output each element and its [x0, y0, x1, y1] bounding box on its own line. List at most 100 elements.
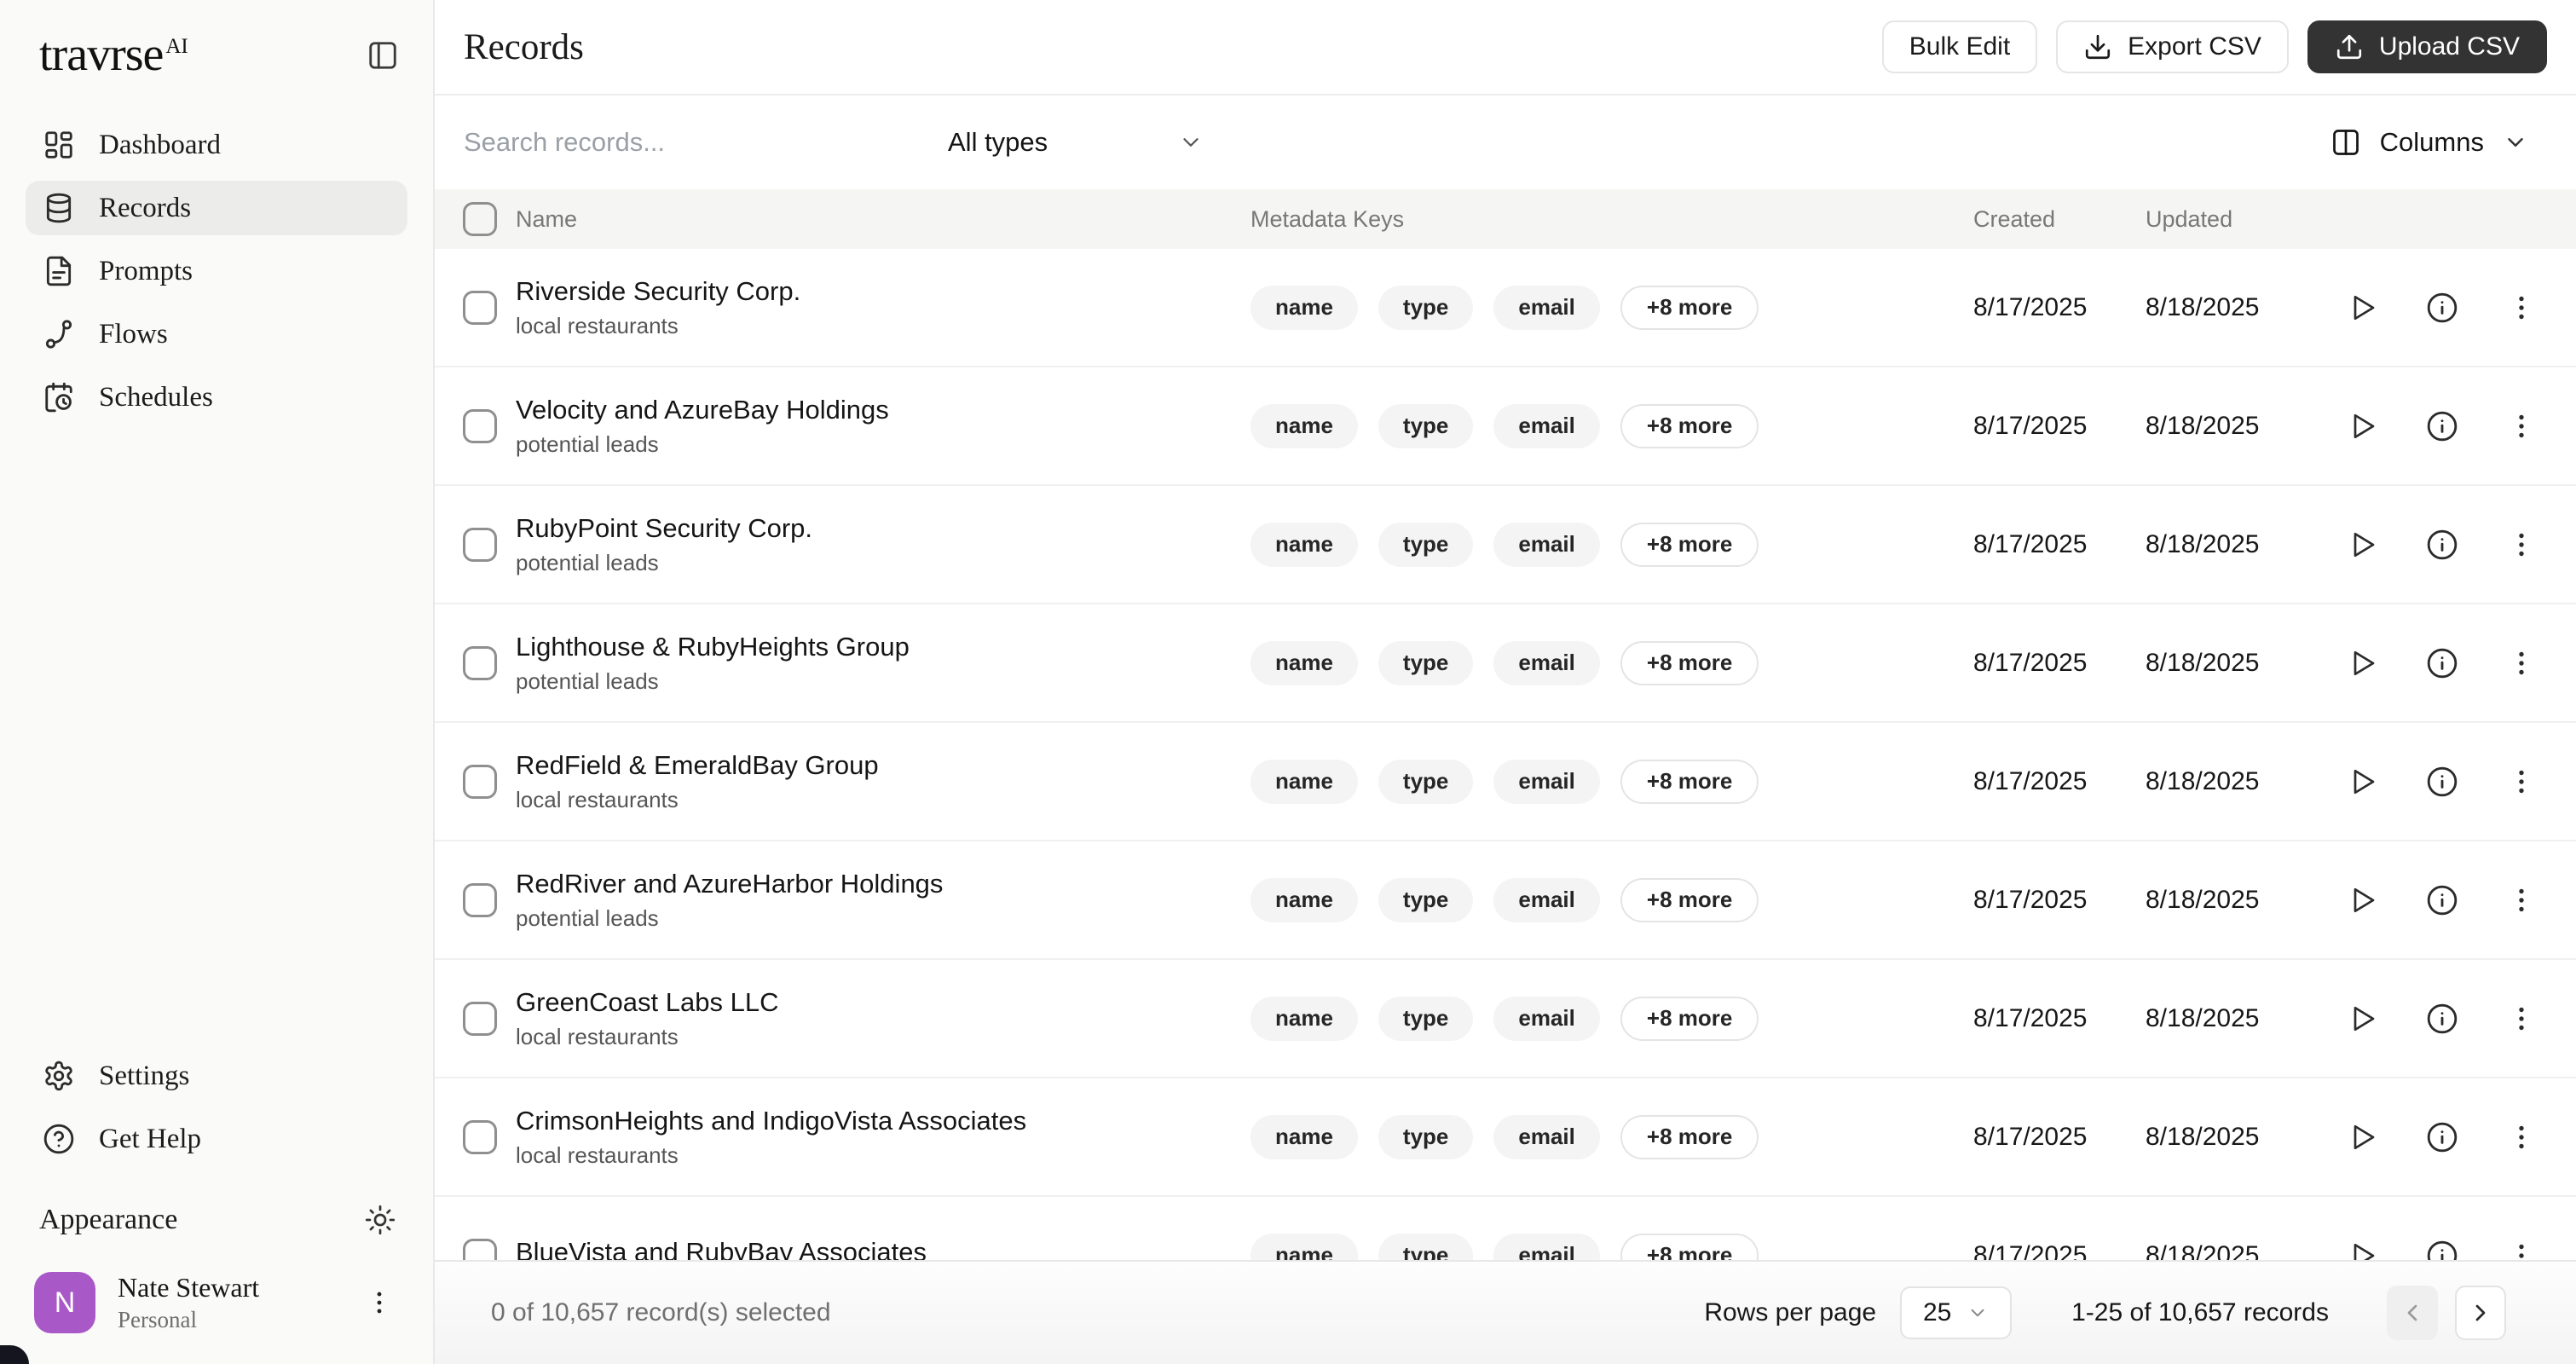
sun-icon[interactable]	[365, 1205, 396, 1235]
table-row[interactable]: Velocity and AzureBay Holdings potential…	[435, 367, 2576, 486]
kebab-icon[interactable]	[2506, 292, 2537, 323]
row-actions	[2336, 884, 2576, 916]
sidebar-item-get-help[interactable]: Get Help	[26, 1112, 407, 1166]
columns-button[interactable]: Columns	[2331, 127, 2528, 158]
table-row[interactable]: Lighthouse & RubyHeights Group potential…	[435, 604, 2576, 723]
play-icon[interactable]	[2348, 411, 2378, 442]
sidebar-item-flows[interactable]: Flows	[26, 307, 407, 361]
kebab-icon[interactable]	[2506, 529, 2537, 560]
kebab-icon[interactable]	[2506, 766, 2537, 797]
table-row[interactable]: RedRiver and AzureHarbor Holdings potent…	[435, 841, 2576, 960]
column-header-updated: Updated	[2146, 205, 2233, 232]
sidebar-item-label: Prompts	[99, 255, 193, 286]
metadata-key-chip: name	[1250, 522, 1358, 567]
info-icon[interactable]	[2426, 1003, 2458, 1035]
sidebar-item-schedules[interactable]: Schedules	[26, 370, 407, 425]
table-row[interactable]: RedField & EmeraldBay Group local restau…	[435, 723, 2576, 841]
sidebar-toggle-icon[interactable]	[367, 39, 399, 72]
sidebar-item-records[interactable]: Records	[26, 181, 407, 235]
sidebar-item-prompts[interactable]: Prompts	[26, 244, 407, 298]
info-icon[interactable]	[2426, 647, 2458, 679]
play-icon[interactable]	[2348, 766, 2378, 797]
info-icon[interactable]	[2426, 529, 2458, 561]
play-icon[interactable]	[2348, 529, 2378, 560]
play-icon[interactable]	[2348, 1122, 2378, 1153]
metadata-key-chip: email	[1493, 1114, 1600, 1159]
next-page-button[interactable]	[2455, 1286, 2506, 1340]
select-all-checkbox[interactable]	[463, 202, 497, 236]
info-icon[interactable]	[2426, 766, 2458, 798]
kebab-icon[interactable]	[2506, 1240, 2537, 1261]
more-keys-chip[interactable]: +8 more	[1620, 522, 1759, 567]
record-name: CrimsonHeights and IndigoVista Associate…	[516, 1105, 1027, 1136]
play-icon[interactable]	[2348, 292, 2378, 323]
record-name-cell: RubyPoint Security Corp. potential leads	[516, 513, 1250, 576]
chevron-down-icon	[2503, 130, 2528, 155]
row-checkbox[interactable]	[463, 527, 497, 562]
metadata-key-chip: email	[1493, 877, 1600, 922]
user-card[interactable]: N Nate Stewart Personal	[26, 1272, 407, 1333]
more-keys-chip[interactable]: +8 more	[1620, 640, 1759, 685]
more-keys-chip[interactable]: +8 more	[1620, 759, 1759, 804]
more-keys-chip[interactable]: +8 more	[1620, 877, 1759, 922]
row-checkbox[interactable]	[463, 408, 497, 443]
info-icon[interactable]	[2426, 1240, 2458, 1260]
info-icon[interactable]	[2426, 884, 2458, 916]
kebab-icon[interactable]	[2506, 1122, 2537, 1153]
row-checkbox[interactable]	[463, 1001, 497, 1036]
more-keys-chip[interactable]: +8 more	[1620, 1233, 1759, 1260]
row-checkbox[interactable]	[463, 1238, 497, 1260]
row-checkbox[interactable]	[463, 645, 497, 680]
metadata-keys-cell: name type email +8 more	[1250, 759, 1973, 804]
avatar: N	[34, 1272, 95, 1333]
record-name: GreenCoast Labs LLC	[516, 986, 779, 1017]
metadata-key-chip: name	[1250, 759, 1358, 804]
type-filter-select[interactable]: All types	[948, 127, 1204, 158]
sidebar-item-dashboard[interactable]: Dashboard	[26, 118, 407, 172]
search-input[interactable]	[464, 127, 907, 158]
upload-csv-button[interactable]: Upload CSV	[2307, 20, 2547, 73]
table-row[interactable]: BlueVista and RubyBay Associates name typ…	[435, 1197, 2576, 1260]
more-keys-chip[interactable]: +8 more	[1620, 1114, 1759, 1159]
kebab-icon[interactable]	[2506, 885, 2537, 916]
more-keys-chip[interactable]: +8 more	[1620, 403, 1759, 448]
table-row[interactable]: GreenCoast Labs LLC local restaurants na…	[435, 960, 2576, 1078]
updated-date: 8/18/2025	[2146, 529, 2260, 558]
play-icon[interactable]	[2348, 885, 2378, 916]
kebab-icon[interactable]	[2506, 1003, 2537, 1034]
info-icon[interactable]	[2426, 292, 2458, 324]
metadata-key-chip: email	[1493, 640, 1600, 685]
row-checkbox[interactable]	[463, 290, 497, 325]
bulk-edit-label: Bulk Edit	[1909, 32, 2011, 61]
info-icon[interactable]	[2426, 410, 2458, 442]
bulk-edit-button[interactable]: Bulk Edit	[1881, 20, 2038, 73]
export-csv-button[interactable]: Export CSV	[2056, 20, 2289, 73]
play-icon[interactable]	[2348, 1003, 2378, 1034]
updated-date: 8/18/2025	[2146, 885, 2260, 914]
more-keys-chip[interactable]: +8 more	[1620, 285, 1759, 330]
table-row[interactable]: CrimsonHeights and IndigoVista Associate…	[435, 1078, 2576, 1197]
play-icon[interactable]	[2348, 1240, 2378, 1260]
previous-page-button[interactable]	[2387, 1286, 2438, 1340]
info-icon[interactable]	[2426, 1121, 2458, 1153]
more-keys-chip[interactable]: +8 more	[1620, 996, 1759, 1041]
row-checkbox[interactable]	[463, 882, 497, 917]
row-actions	[2336, 529, 2576, 561]
logo-ai-superscript: AI	[165, 35, 188, 59]
kebab-icon[interactable]	[2506, 648, 2537, 679]
rows-per-page-select[interactable]: 25	[1900, 1286, 2013, 1339]
file-text-icon	[43, 255, 75, 287]
kebab-icon[interactable]	[2506, 411, 2537, 442]
row-checkbox[interactable]	[463, 764, 497, 799]
row-checkbox[interactable]	[463, 1119, 497, 1154]
table-row[interactable]: RubyPoint Security Corp. potential leads…	[435, 486, 2576, 604]
sidebar-item-settings[interactable]: Settings	[26, 1049, 407, 1103]
table-row[interactable]: Riverside Security Corp. local restauran…	[435, 249, 2576, 367]
row-actions	[2336, 647, 2576, 679]
updated-date: 8/18/2025	[2146, 1122, 2260, 1151]
play-icon[interactable]	[2348, 648, 2378, 679]
sidebar-item-label: Flows	[99, 318, 168, 350]
page-title: Records	[464, 26, 584, 67]
table-header-row: Name Metadata Keys Created Updated	[435, 189, 2576, 249]
user-menu-kebab-icon[interactable]	[365, 1288, 401, 1317]
